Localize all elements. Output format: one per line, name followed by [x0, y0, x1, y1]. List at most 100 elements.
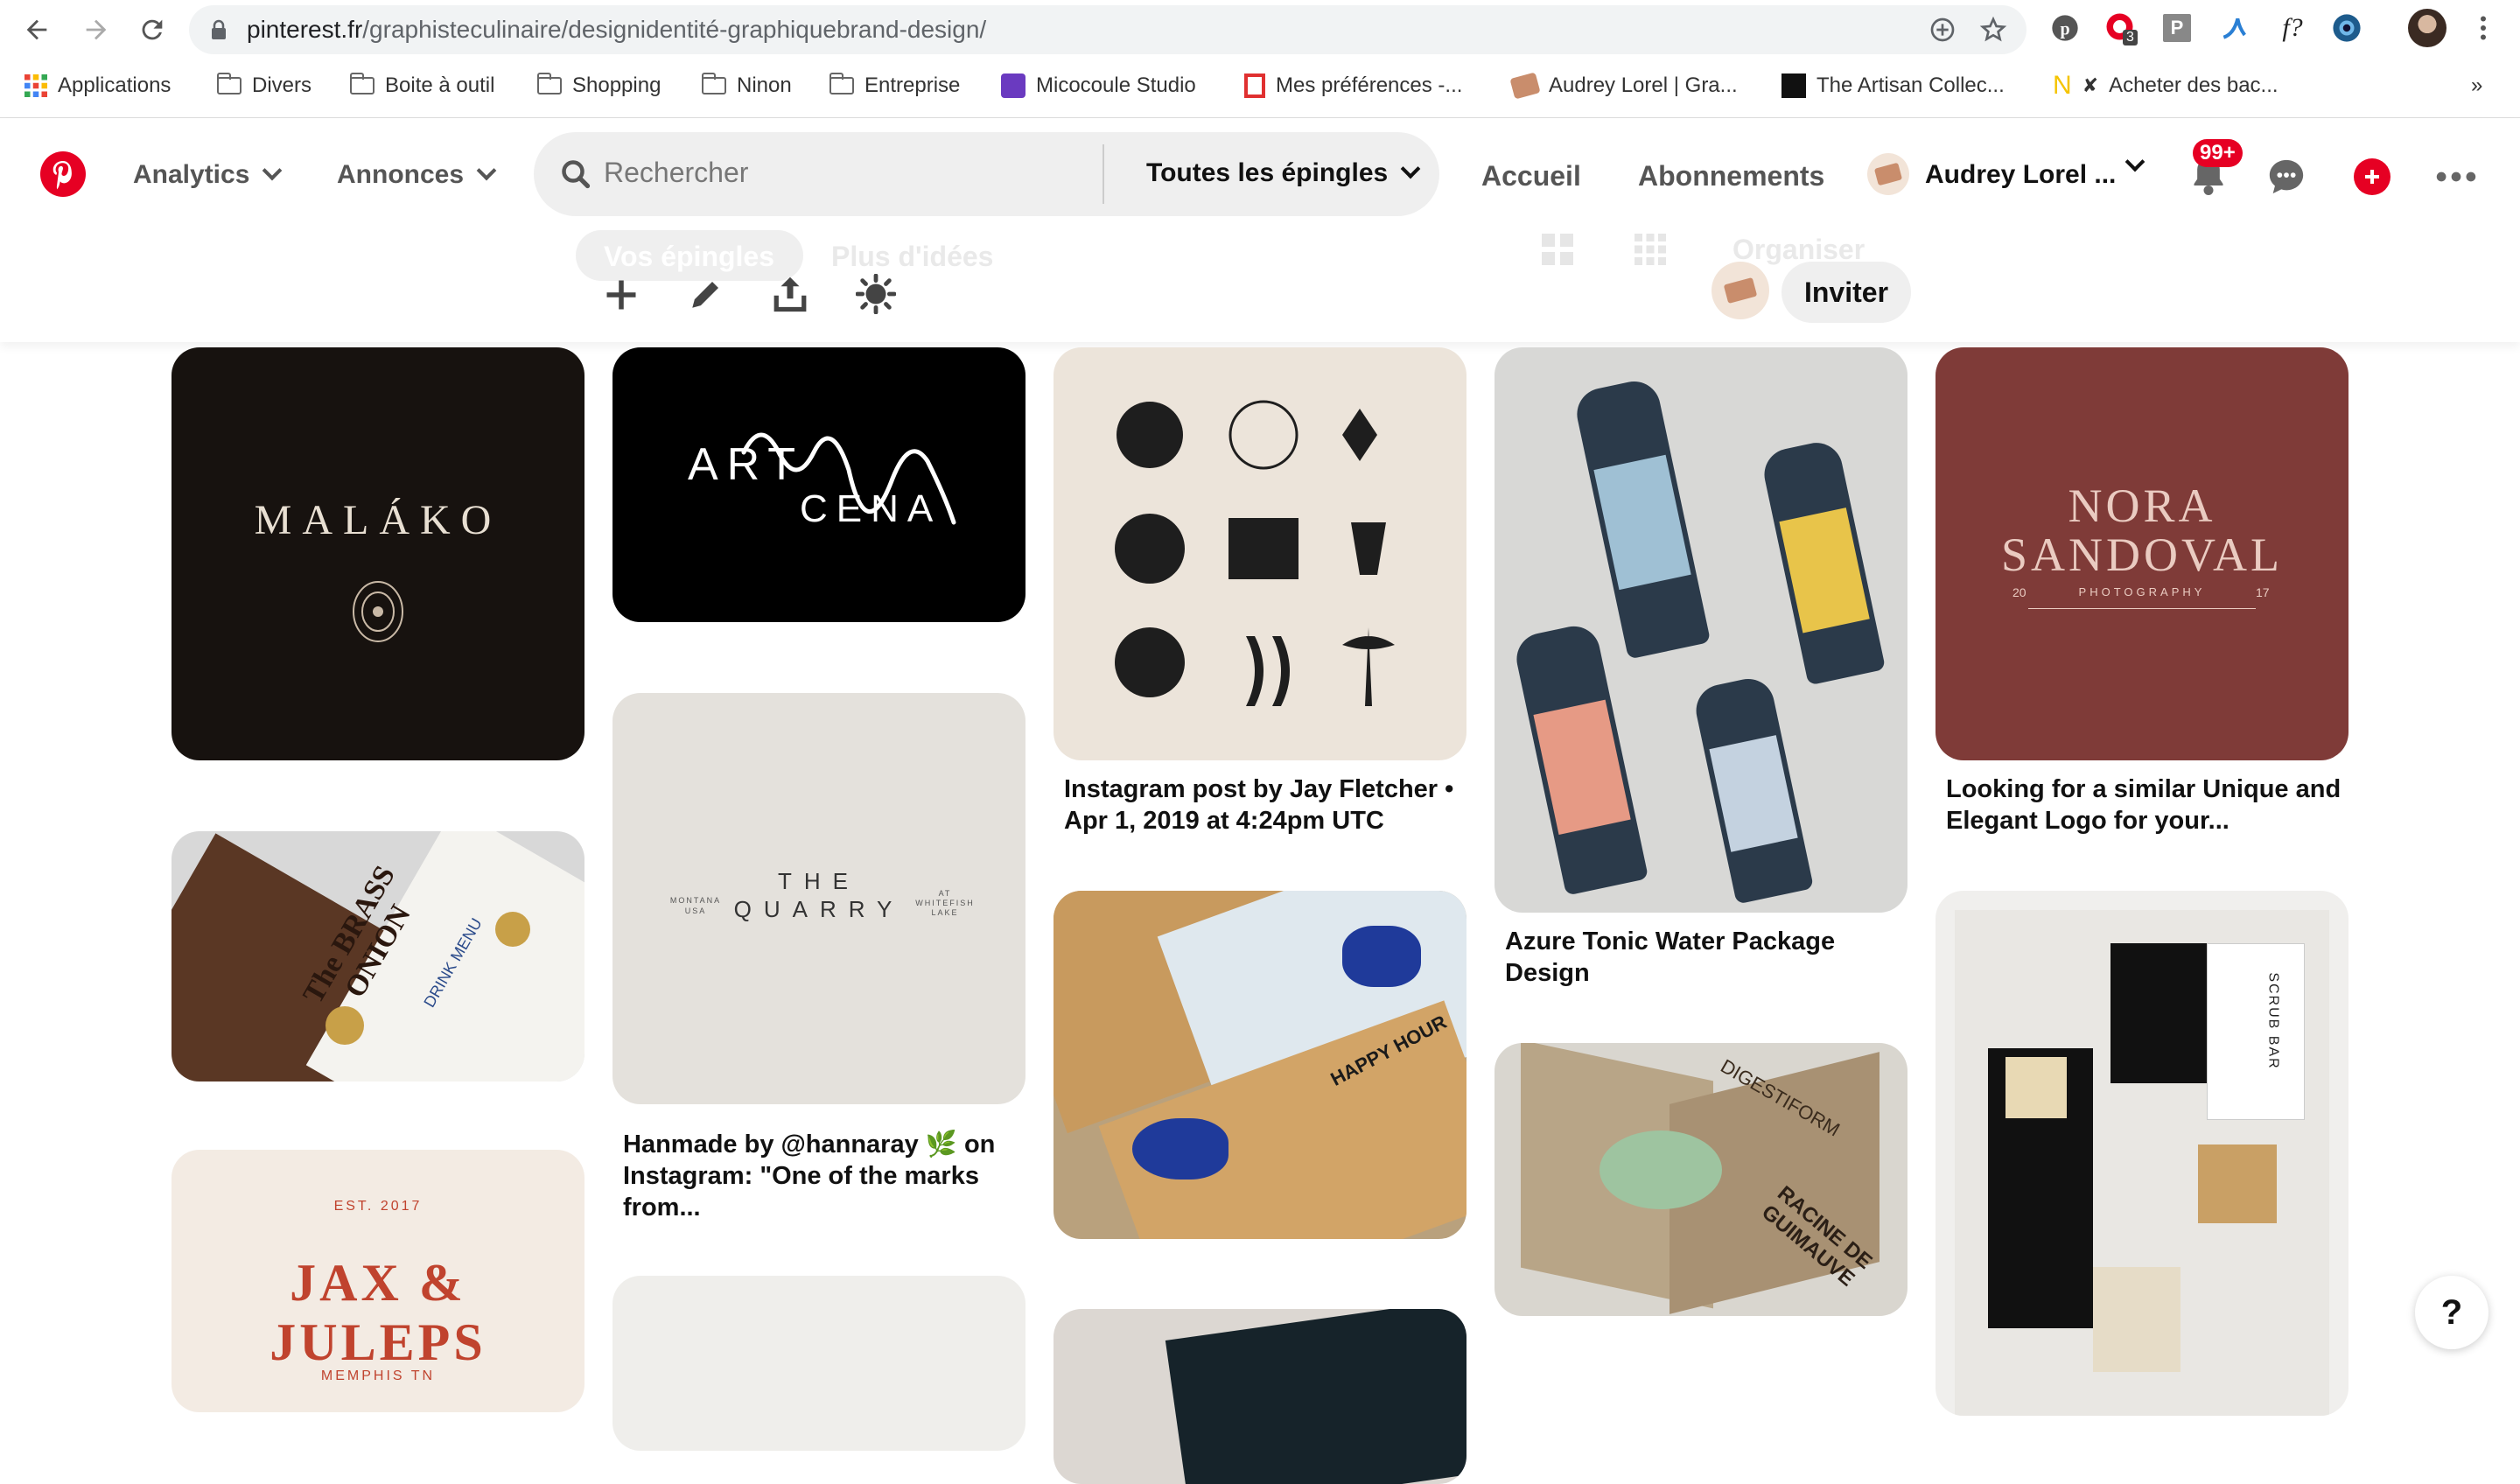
dark-card-image: [1165, 1309, 1466, 1484]
pinterest-extension-icon[interactable]: p: [2049, 12, 2081, 44]
soap-pattern-top: [2110, 943, 2216, 1083]
p-extension-icon[interactable]: P: [2163, 14, 2191, 42]
bookmark-ninon[interactable]: Ninon: [702, 70, 792, 102]
bookmark-acheter[interactable]: N ✘ Acheter des bac...: [2053, 70, 2278, 102]
jax-logo-line2: JULEPS: [270, 1313, 486, 1371]
quarry-right-1: AT: [938, 889, 952, 898]
folder-icon: [702, 73, 726, 94]
star-icon[interactable]: [1979, 16, 2007, 44]
back-arrow-icon[interactable]: [19, 12, 54, 47]
pin-the-quarry[interactable]: THE QUARRY MONTANA USA AT WHITEFISH LAKE: [612, 693, 1026, 1104]
collaborator-avatar[interactable]: [1712, 262, 1769, 319]
scrub-bar-text: SCRUB BAR: [2265, 972, 2281, 1070]
pin-jax-juleps[interactable]: EST. 2017 JAX & JULEPS MEMPHIS TN: [172, 1150, 584, 1412]
search-input[interactable]: Rechercher: [604, 157, 748, 189]
share-upload-icon[interactable]: [772, 274, 808, 314]
notification-badge: 99+: [2193, 139, 2243, 167]
analytics-menu[interactable]: Analytics: [133, 160, 283, 190]
pin-placeholder-col2[interactable]: [612, 1276, 1026, 1451]
browser-toolbar: pinterest.fr/graphisteculinaire/designid…: [0, 0, 2520, 118]
quarry-right-2: WHITEFISH: [915, 899, 975, 907]
user-avatar[interactable]: [1867, 153, 1909, 195]
nora-year-right: 17: [2256, 585, 2270, 599]
nora-rule: [2028, 608, 2256, 609]
folder-icon: [217, 73, 242, 94]
nav-abonnements[interactable]: Abonnements: [1638, 160, 1824, 192]
search-divider: [1102, 144, 1104, 204]
micocoule-icon: [1001, 74, 1026, 98]
forward-arrow-icon[interactable]: [79, 12, 114, 47]
more-options-icon[interactable]: [2436, 171, 2476, 183]
filter-label: Toutes les épingles: [1146, 158, 1389, 187]
pin-brass-onion[interactable]: The BRASS ONION DRINK MENU: [172, 831, 584, 1082]
nora-logo-line2: SANDOVAL: [2000, 528, 2284, 581]
bookmark-label: Ninon: [737, 74, 792, 97]
messages-icon[interactable]: [2266, 157, 2306, 197]
address-bar[interactable]: pinterest.fr/graphisteculinaire/designid…: [189, 5, 2026, 54]
grid-view-icon[interactable]: [1542, 234, 1573, 265]
pin-caption-azure[interactable]: Azure Tonic Water Package Design: [1505, 926, 1908, 989]
bookmark-entreprise[interactable]: Entreprise: [830, 70, 960, 102]
red-extension-icon[interactable]: 3: [2105, 12, 2138, 46]
circle-extension-icon[interactable]: [2331, 12, 2362, 44]
bookmark-shopping[interactable]: Shopping: [537, 70, 661, 102]
pin-caption-quarry[interactable]: Hanmade by @hannaray 🌿 on Instagram: "On…: [623, 1129, 1026, 1223]
bookmark-boite-a-outil[interactable]: Boite à outil: [350, 70, 494, 102]
bookmark-divers[interactable]: Divers: [217, 70, 312, 102]
invite-button[interactable]: Inviter: [1782, 262, 1911, 323]
bottle-3: [1511, 621, 1649, 896]
pin-artcena[interactable]: ART CENA: [612, 347, 1026, 622]
account-chevron[interactable]: [2121, 151, 2146, 178]
bookmark-micocoule[interactable]: Micocoule Studio: [1001, 70, 1196, 102]
pin-dark-card[interactable]: [1054, 1309, 1466, 1484]
quarry-left-2: USA: [684, 906, 707, 915]
bookmarks-overflow[interactable]: »: [2471, 70, 2482, 102]
bottle-4: [1690, 674, 1815, 905]
jax-est: EST. 2017: [333, 1199, 423, 1214]
tab-vos-epingles[interactable]: Vos épingles: [604, 241, 774, 273]
bookmark-label: Applications: [58, 74, 172, 97]
pin-digestiform-box[interactable]: DIGESTIFORM RACINE DE GUIMAUVE: [1494, 1043, 1908, 1316]
folder-icon: [830, 73, 854, 94]
pin-malako[interactable]: MALÁKO: [172, 347, 584, 760]
sparkle-more-ideas-icon[interactable]: [856, 274, 896, 314]
compact-grid-icon[interactable]: [1634, 234, 1666, 265]
pin-filter-dropdown[interactable]: Toutes les épingles: [1146, 158, 1421, 188]
analytics-label: Analytics: [133, 160, 250, 189]
svg-text:p: p: [2060, 19, 2069, 38]
nav-accueil[interactable]: Accueil: [1481, 160, 1581, 192]
annonces-menu[interactable]: Annonces: [337, 160, 497, 190]
pin-azure-tonic[interactable]: [1494, 347, 1908, 913]
bookmark-audrey[interactable]: Audrey Lorel | Gra...: [1509, 70, 1738, 102]
search-bar[interactable]: Rechercher Toutes les épingles: [534, 132, 1439, 216]
wave-extension-icon[interactable]: [2217, 12, 2249, 44]
pin-caption-jay[interactable]: Instagram post by Jay Fletcher • Apr 1, …: [1064, 774, 1466, 836]
font-extension-icon[interactable]: f?: [2273, 12, 2312, 44]
add-circle-icon[interactable]: [1928, 16, 1956, 44]
create-plus-icon[interactable]: [2354, 158, 2390, 195]
edit-pencil-icon[interactable]: [688, 276, 724, 312]
help-button[interactable]: ?: [2415, 1276, 2488, 1349]
leaf-illustration: [1600, 1130, 1722, 1209]
n-icon: N: [2053, 71, 2072, 100]
bookmark-artisan[interactable]: The Artisan Collec...: [1782, 70, 2005, 102]
artcena-logo-bottom: CENA: [800, 487, 942, 530]
pin-scrub-bar[interactable]: SCRUB BAR: [1936, 891, 2348, 1416]
pinterest-logo-icon[interactable]: [40, 151, 86, 197]
add-plus-icon[interactable]: [602, 276, 640, 314]
pin-happy-hour[interactable]: HAPPY HOUR: [1054, 891, 1466, 1239]
pin-nora-sandoval[interactable]: NORA SANDOVAL PHOTOGRAPHY 20 17: [1936, 347, 2348, 760]
reload-icon[interactable]: [135, 12, 170, 47]
annonces-label: Annonces: [337, 160, 465, 189]
user-name[interactable]: Audrey Lorel ...: [1925, 160, 2116, 190]
pin-jay-fletcher[interactable]: [1054, 347, 1466, 760]
bookmark-applications[interactable]: Applications: [24, 70, 171, 102]
bottle-1-label: [1593, 454, 1691, 591]
pin-caption-nora[interactable]: Looking for a similar Unique and Elegant…: [1946, 774, 2348, 836]
bookmark-label: Boite à outil: [385, 74, 495, 97]
profile-avatar-icon[interactable]: [2408, 9, 2446, 47]
menu-dots-icon[interactable]: [2468, 12, 2499, 44]
bottle-1: [1572, 376, 1712, 660]
bookmark-preferences[interactable]: Mes préférences -...: [1244, 70, 1462, 102]
tab-plus-idees[interactable]: Plus d'idées: [831, 241, 993, 273]
